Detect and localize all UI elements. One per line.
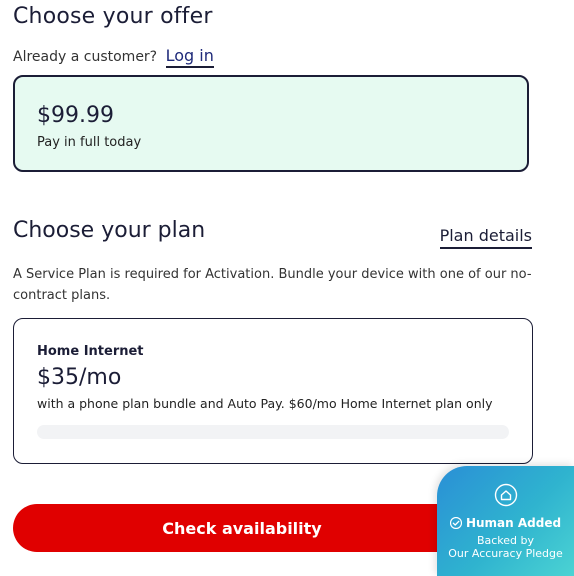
plan-card-home-internet[interactable]: Home Internet $35/mo with a phone plan b… — [13, 318, 533, 464]
plan-name: Home Internet — [37, 344, 144, 359]
customer-prompt-line: Already a customer? Log in — [13, 46, 214, 68]
accuracy-pledge-badge[interactable]: Human Added Backed by Our Accuracy Pledg… — [437, 466, 574, 576]
offer-subtitle: Pay in full today — [37, 135, 142, 150]
offer-heading: Choose your offer — [13, 4, 213, 29]
check-availability-label: Check availability — [162, 518, 322, 538]
plan-description: A Service Plan is required for Activatio… — [13, 267, 532, 303]
plan-note: with a phone plan bundle and Auto Pay. $… — [37, 396, 493, 411]
badge-title: Human Added — [465, 516, 562, 530]
plan-price: $35/mo — [37, 365, 122, 390]
check-circle-icon — [449, 517, 462, 529]
login-link[interactable]: Log in — [165, 46, 214, 68]
plan-placeholder-bar — [37, 425, 509, 439]
badge-line-2: Our Accuracy Pledge — [448, 547, 563, 560]
plan-details-link[interactable]: Plan details — [439, 226, 532, 249]
badge-line-1: Backed by — [476, 534, 535, 547]
offer-card-selected[interactable]: $99.99 Pay in full today — [13, 75, 529, 172]
offer-price: $99.99 — [37, 103, 114, 128]
badge-title-row: Human Added — [437, 516, 574, 530]
home-icon — [494, 483, 518, 507]
plan-heading: Choose your plan — [13, 218, 206, 243]
customer-prompt-text: Already a customer? — [13, 49, 158, 65]
